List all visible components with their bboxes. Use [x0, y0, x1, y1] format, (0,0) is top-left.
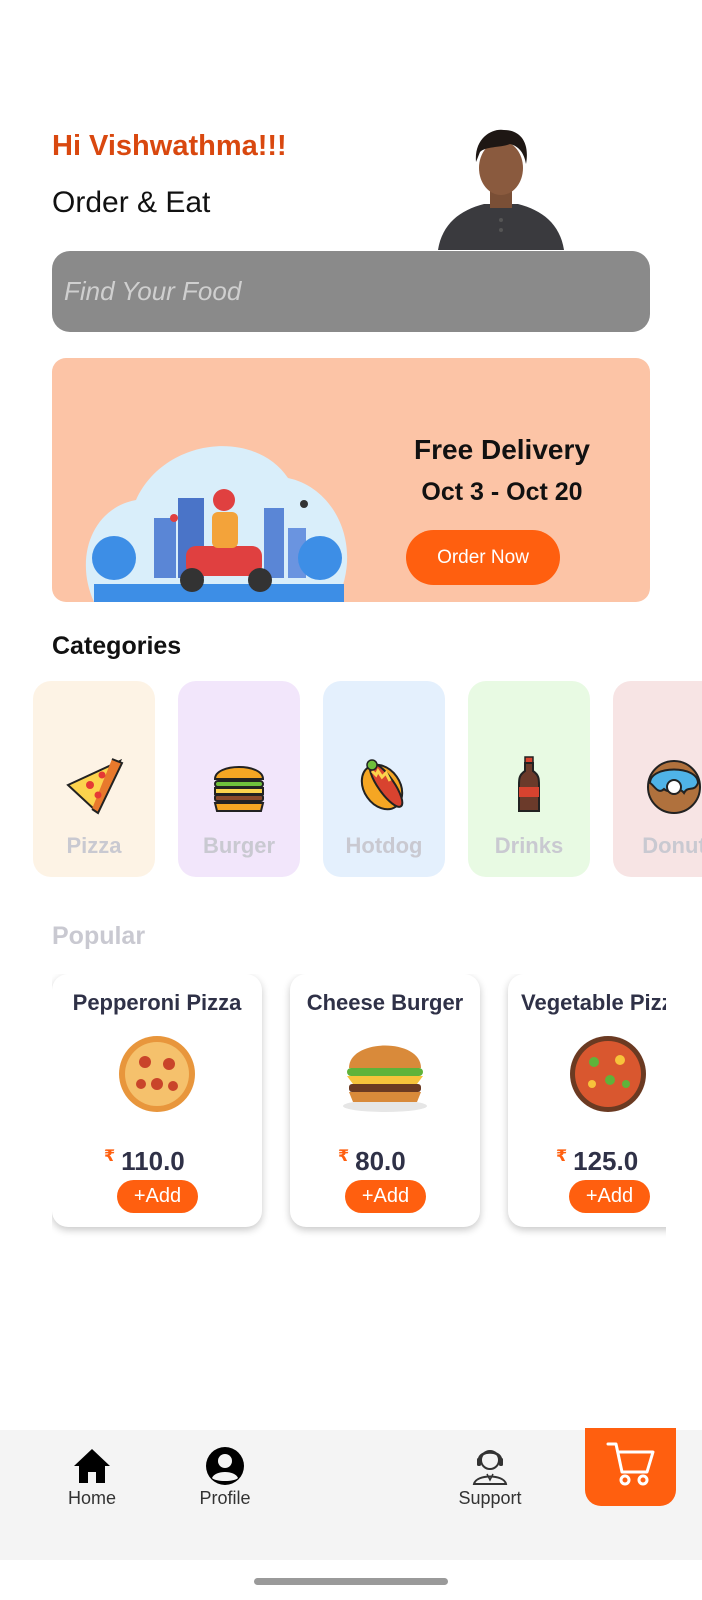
add-button[interactable]: +Add [117, 1180, 198, 1213]
nav-label: Support [458, 1488, 522, 1508]
promo-dates: Oct 3 - Oct 20 [421, 478, 583, 506]
profile-icon [206, 1447, 244, 1485]
food-name: Pepperoni Pizza [72, 990, 242, 1015]
order-now-button[interactable]: Order Now [406, 530, 560, 585]
category-label: Pizza [66, 833, 122, 858]
category-card-donut[interactable]: Donut [613, 681, 702, 877]
category-label: Donut [642, 833, 702, 858]
currency-symbol: ₹ [338, 1148, 350, 1165]
category-card-pizza[interactable]: Pizza [33, 681, 155, 877]
currency-symbol: ₹ [104, 1148, 116, 1165]
currency-symbol: ₹ [556, 1148, 568, 1165]
pepperoni-pizza-image [119, 1036, 195, 1112]
user-avatar[interactable] [438, 128, 564, 250]
search-input[interactable] [64, 251, 634, 332]
support-icon [472, 1450, 508, 1485]
food-name: Cheese Burger [306, 990, 464, 1015]
nav-item-support[interactable]: Support [440, 1446, 540, 1516]
burger-icon [213, 766, 265, 812]
food-name: Vegetable Pizza [521, 990, 666, 1015]
cheese-burger-image [343, 1045, 427, 1112]
donut-icon [647, 760, 701, 814]
categories-list[interactable]: Pizza Burger Hotdog Drinks Donut [33, 681, 702, 877]
food-price: ₹125.0 [556, 1146, 638, 1177]
nav-label: Profile [199, 1488, 251, 1508]
category-card-hotdog[interactable]: Hotdog [323, 681, 445, 877]
categories-title: Categories [52, 632, 182, 660]
price-value: 110.0 [121, 1146, 185, 1176]
search-bar[interactable] [52, 251, 650, 332]
category-label: Drinks [494, 833, 564, 858]
popular-title: Popular [52, 922, 146, 950]
food-card-cheese-burger[interactable]: Cheese Burger ₹80.0 +Add [290, 974, 480, 1227]
food-card-vegetable-pizza[interactable]: Vegetable Pizza ₹125.0 +Add [508, 974, 666, 1227]
nav-item-home[interactable]: Home [42, 1446, 142, 1516]
category-card-burger[interactable]: Burger [178, 681, 300, 877]
cart-button[interactable] [585, 1428, 676, 1506]
food-price: ₹80.0 [338, 1146, 406, 1177]
tagline-text: Order & Eat [52, 186, 211, 219]
nav-label: Home [67, 1488, 116, 1508]
vegetable-pizza-image [570, 1036, 646, 1112]
category-label: Burger [202, 833, 276, 858]
food-price: ₹110.0 [104, 1146, 185, 1177]
promo-banner: Free Delivery Oct 3 - Oct 20 Order Now [52, 358, 650, 602]
popular-list[interactable]: Pepperoni Pizza ₹110.0 +Add Cheese Burge… [52, 974, 666, 1240]
food-card-pepperoni-pizza[interactable]: Pepperoni Pizza ₹110.0 +Add [52, 974, 262, 1227]
add-button[interactable]: +Add [345, 1180, 426, 1213]
delivery-illustration [85, 446, 348, 602]
price-value: 125.0 [573, 1146, 639, 1176]
promo-title: Free Delivery [414, 434, 590, 465]
price-value: 80.0 [355, 1146, 406, 1176]
greeting-text: Hi Vishwathma!!! [52, 130, 287, 162]
nav-item-profile[interactable]: Profile [175, 1446, 275, 1516]
add-button[interactable]: +Add [569, 1180, 650, 1213]
home-indicator [254, 1578, 448, 1585]
home-icon [74, 1449, 110, 1483]
hotdog-icon [360, 759, 404, 811]
pizza-icon [66, 758, 124, 815]
category-label: Hotdog [345, 833, 423, 858]
category-card-drinks[interactable]: Drinks [468, 681, 590, 877]
cart-icon [606, 1442, 655, 1486]
drink-icon [518, 756, 540, 812]
